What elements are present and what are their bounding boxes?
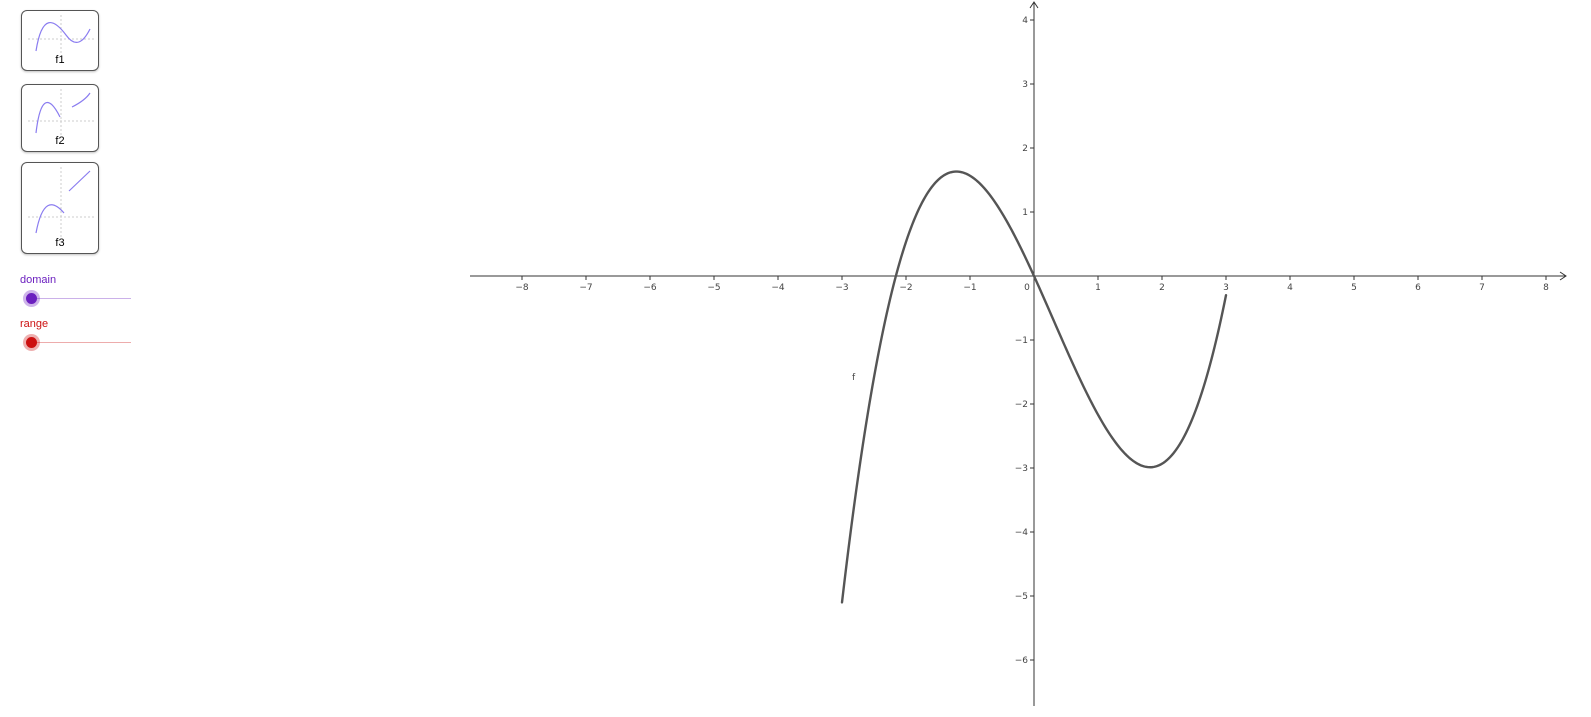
axis-ticks: −8 −7 −6 −5 −4 −3 −2 −1 0 1 2 3 4 5 6 7 8 4 3 2 1 −1 −2 −3 −4 −5 −…	[515, 16, 1549, 666]
x-tick-label: −1	[963, 283, 976, 293]
x-tick-label: −8	[515, 283, 529, 293]
x-tick-label: −6	[643, 283, 657, 293]
x-tick-label: −7	[579, 283, 592, 293]
x-tick-label: −3	[835, 283, 848, 293]
graphics-view[interactable]: −8 −7 −6 −5 −4 −3 −2 −1 0 1 2 3 4 5 6 7 8 4 3 2 1 −1 −2 −3 −4 −5 −…	[0, 0, 1591, 717]
y-tick-label: 1	[1022, 208, 1028, 218]
x-tick-label: 7	[1479, 283, 1485, 293]
x-tick-label: −5	[707, 283, 720, 293]
x-tick-label: −4	[771, 283, 785, 293]
x-tick-label: 2	[1159, 283, 1165, 293]
y-tick-label: −5	[1015, 592, 1028, 602]
y-tick-label: 3	[1022, 80, 1028, 90]
y-tick-label: −2	[1015, 400, 1028, 410]
x-tick-label: −2	[899, 283, 912, 293]
y-tick-label: −4	[1015, 528, 1029, 538]
x-tick-label: 5	[1351, 283, 1357, 293]
x-tick-label: 0	[1024, 283, 1030, 293]
y-tick-label: −3	[1015, 464, 1028, 474]
x-tick-label: 8	[1543, 283, 1549, 293]
y-tick-label: 2	[1022, 144, 1028, 154]
y-tick-label: 4	[1022, 16, 1028, 26]
x-tick-label: 4	[1287, 283, 1293, 293]
x-tick-label: 1	[1095, 283, 1101, 293]
x-tick-label: 3	[1223, 283, 1229, 293]
y-tick-label: −6	[1015, 656, 1029, 666]
x-tick-label: 6	[1415, 283, 1421, 293]
y-tick-label: −1	[1015, 336, 1028, 346]
function-f-label: f	[852, 373, 856, 383]
